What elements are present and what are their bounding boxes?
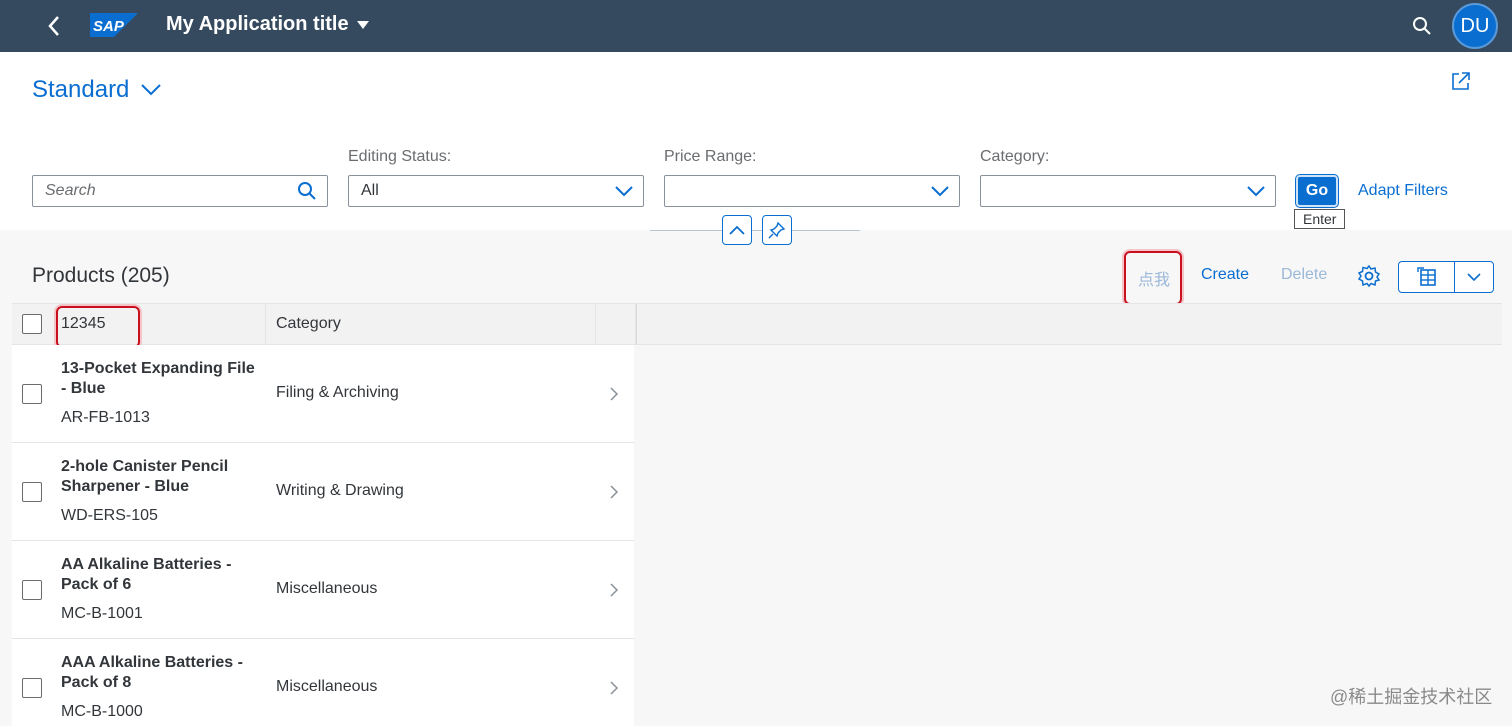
empty-table-area [636, 345, 1502, 726]
export-menu-button [1398, 261, 1494, 293]
chevron-down-icon [1247, 186, 1265, 197]
column-divider [636, 304, 637, 344]
export-button[interactable] [1399, 262, 1455, 292]
table-row[interactable]: 13-Pocket Expanding File - Blue AR-FB-10… [12, 345, 634, 443]
chevron-down-icon [615, 186, 633, 197]
product-name: 2-hole Canister Pencil Sharpener - Blue [61, 458, 229, 495]
row-checkbox[interactable] [22, 384, 42, 404]
price-range-select[interactable] [664, 175, 960, 207]
editing-status-value: All [361, 182, 379, 199]
table-row[interactable]: AAA Alkaline Batteries - Pack of 8 MC-B-… [12, 639, 634, 726]
product-name: 13-Pocket Expanding File - Blue [61, 360, 255, 397]
filter-header: Standard Search Editing Status: All Pric… [0, 52, 1512, 230]
editing-status-label: Editing Status: [348, 148, 452, 165]
go-button[interactable]: Go [1296, 175, 1338, 207]
category-filter-label: Category: [980, 148, 1050, 165]
product-name: AAA Alkaline Batteries - Pack of 8 [61, 654, 243, 691]
watermark: @稀土掘金技术社区 [1330, 687, 1493, 707]
product-id: AR-FB-1013 [61, 409, 150, 426]
chevron-up-icon [729, 225, 745, 235]
chevron-down-icon [931, 186, 949, 197]
price-range-label: Price Range: [664, 148, 757, 165]
create-button[interactable]: Create [1201, 266, 1249, 284]
navigation-arrow-icon [610, 681, 619, 695]
column-header-label: Category [276, 315, 341, 332]
delete-button[interactable]: Delete [1281, 266, 1327, 284]
table-title: Products (205) [32, 264, 170, 287]
export-options-button[interactable] [1455, 262, 1493, 292]
variant-name: Standard [32, 76, 130, 103]
back-icon[interactable] [40, 12, 68, 40]
table-row[interactable]: AA Alkaline Batteries - Pack of 6 MC-B-1… [12, 541, 634, 639]
go-tooltip: Enter [1294, 209, 1346, 229]
highlight-box [56, 306, 140, 348]
table-body: 13-Pocket Expanding File - Blue AR-FB-10… [12, 345, 634, 726]
sap-logo-text: SAP [93, 18, 125, 35]
shell-bar: SAP My Application title DU [0, 0, 1512, 52]
variant-selector[interactable]: Standard [32, 76, 162, 104]
product-name: AA Alkaline Batteries - Pack of 6 [61, 556, 232, 593]
table-row[interactable]: 2-hole Canister Pencil Sharpener - Blue … [12, 443, 634, 541]
avatar[interactable]: DU [1452, 3, 1498, 49]
product-category: Miscellaneous [276, 580, 378, 597]
table-header: 12345 Category [12, 303, 1502, 345]
chevron-down-icon [1467, 272, 1481, 281]
product-category: Filing & Archiving [276, 384, 399, 401]
share-icon[interactable] [1450, 70, 1474, 94]
app-title-menu[interactable]: My Application title [166, 13, 369, 36]
custom-action-button[interactable]: 点我 [1138, 266, 1170, 290]
adapt-filters-button[interactable]: Adapt Filters [1358, 182, 1448, 200]
collapse-header-button[interactable] [722, 215, 752, 245]
row-checkbox[interactable] [22, 580, 42, 600]
app-title: My Application title [166, 13, 349, 35]
product-id: WD-ERS-105 [61, 507, 158, 524]
chevron-down-icon [141, 84, 162, 96]
search-input[interactable]: Search [32, 175, 328, 207]
caret-down-icon [356, 20, 369, 29]
editing-status-select[interactable]: All [348, 175, 644, 207]
navigation-arrow-icon [610, 485, 619, 499]
navigation-arrow-icon [610, 583, 619, 597]
column-header-category[interactable]: Category [266, 304, 596, 344]
search-icon[interactable] [1408, 12, 1436, 40]
product-id: MC-B-1000 [61, 703, 143, 720]
select-all-checkbox[interactable] [22, 314, 42, 334]
column-header-navigation [596, 304, 636, 344]
pin-icon [768, 221, 786, 239]
pin-header-button[interactable] [762, 215, 792, 245]
product-id: MC-B-1001 [61, 605, 143, 622]
row-checkbox[interactable] [22, 678, 42, 698]
category-filter-select[interactable] [980, 175, 1276, 207]
search-placeholder: Search [45, 182, 96, 199]
magnifier-icon[interactable] [297, 181, 317, 201]
product-category: Miscellaneous [276, 678, 378, 695]
header-divider [650, 230, 860, 231]
product-category: Writing & Drawing [276, 482, 404, 499]
spreadsheet-icon [1416, 267, 1436, 286]
sap-logo: SAP [90, 13, 138, 37]
row-checkbox[interactable] [22, 482, 42, 502]
settings-gear-icon[interactable] [1357, 264, 1381, 288]
navigation-arrow-icon [610, 387, 619, 401]
